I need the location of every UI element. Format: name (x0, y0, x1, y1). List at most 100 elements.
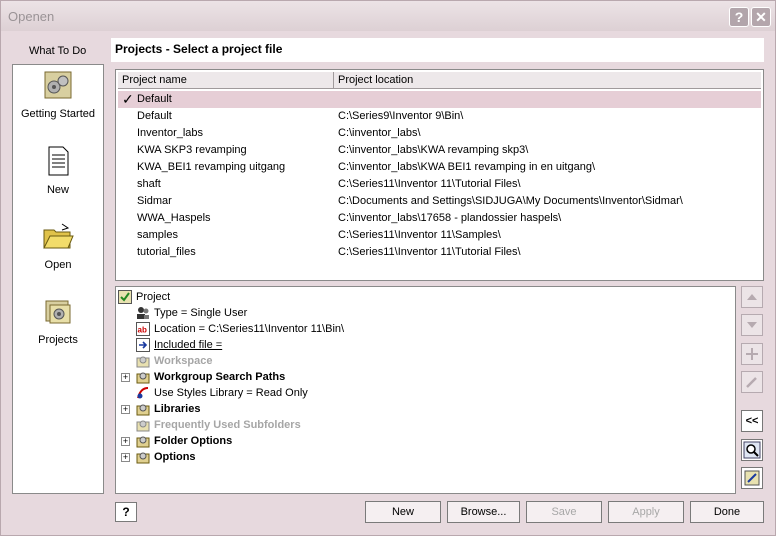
sidebar-item-projects[interactable]: Projects (13, 295, 103, 347)
project-row[interactable]: tutorial_files C:\Series11\Inventor 11\T… (118, 244, 761, 261)
close-button[interactable]: ✕ (751, 7, 771, 27)
project-location: C:\inventor_labs\KWA revamping skp3\ (338, 144, 529, 156)
find-button[interactable] (741, 439, 763, 461)
svg-text:ab: ab (138, 326, 147, 335)
sidebar-item-label: New (46, 184, 69, 196)
tree-node-label: Folder Options (154, 435, 233, 447)
project-location: C:\Series9\Inventor 9\Bin\ (338, 110, 464, 122)
folder-gear-icon (136, 436, 150, 448)
project-location: C:\inventor_labs\17658 - plandossier has… (338, 212, 562, 224)
add-path-button[interactable] (741, 343, 763, 365)
project-list-header: Project name Project location (118, 72, 761, 89)
window-title: Openen (8, 9, 55, 24)
edit-button[interactable] (741, 371, 763, 393)
folder-gear-icon (136, 356, 150, 368)
project-name: samples (137, 229, 178, 241)
expand-icon[interactable]: + (121, 437, 130, 446)
included-file-icon (136, 338, 150, 352)
magnifier-icon (743, 441, 761, 459)
project-check-icon (118, 290, 132, 304)
project-name: WWA_Haspels (137, 212, 211, 224)
column-header-project-location[interactable]: Project location (334, 72, 761, 88)
move-down-button[interactable] (741, 314, 763, 336)
triangle-down-icon (747, 322, 757, 328)
project-location: C:\Series11\Inventor 11\Samples\ (338, 229, 501, 241)
project-name: Default (137, 93, 172, 105)
what-to-do-panel: Getting Started New Open Projects (12, 64, 104, 494)
page-title: Projects - Select a project file (111, 38, 764, 62)
project-row[interactable]: Sidmar C:\Documents and Settings\SIDJUGA… (118, 193, 761, 210)
project-name: Default (137, 110, 172, 122)
plus-icon (746, 348, 758, 360)
getting-started-icon (44, 71, 72, 99)
tree-node-label: Use Styles Library = Read Only (154, 387, 308, 399)
tree-node-label: Type = Single User (154, 307, 248, 319)
project-row[interactable]: Inventor_labs C:\inventor_labs\ (118, 125, 761, 142)
tree-node-label: Libraries (154, 403, 201, 415)
edit-document-icon (744, 470, 760, 486)
column-header-project-name[interactable]: Project name (118, 72, 334, 88)
move-up-button[interactable] (741, 286, 763, 308)
help-button[interactable]: ? (115, 502, 137, 522)
expand-icon[interactable]: + (121, 373, 130, 382)
done-button[interactable]: Done (690, 501, 764, 523)
project-name: shaft (137, 178, 161, 190)
browse-button[interactable]: Browse... (447, 501, 520, 523)
what-to-do-label: What To Do (29, 45, 87, 57)
expand-icon[interactable]: + (121, 405, 130, 414)
sidebar-item-new[interactable]: New (13, 145, 103, 197)
project-row[interactable]: Default C:\Series9\Inventor 9\Bin\ (118, 108, 761, 125)
folder-gear-icon (136, 420, 150, 432)
text-field-icon: ab (136, 322, 150, 336)
sidebar-item-getting-started[interactable]: Getting Started (13, 69, 103, 121)
styles-icon (137, 387, 149, 399)
folder-gear-icon (136, 372, 150, 384)
pencil-icon (746, 377, 757, 388)
expand-icon[interactable]: + (121, 453, 130, 462)
tree-node-label: Project (136, 291, 171, 303)
save-button[interactable]: Save (526, 501, 602, 523)
new-document-icon (48, 146, 69, 176)
projects-icon (45, 300, 71, 324)
open-dialog: Openen ? ✕ What To Do Getting Started Ne… (0, 0, 776, 536)
collapse-button[interactable]: << (741, 410, 763, 432)
triangle-up-icon (747, 294, 757, 300)
project-name: Inventor_labs (137, 127, 204, 139)
sidebar-item-label: Projects (38, 334, 78, 346)
users-icon (137, 307, 149, 319)
sidebar-item-open[interactable]: Open (13, 220, 103, 272)
tree-node-label: Location = C:\Series11\Inventor 11\Bin\ (154, 323, 345, 335)
project-settings-tree: Project Type = Single User ab Location =… (115, 286, 736, 494)
project-location: C:\inventor_labs\ (338, 127, 421, 139)
sidebar-item-label: Open (44, 259, 72, 271)
tree-node-label: Options (154, 451, 196, 463)
project-list: Project name Project location ✓ Default … (115, 69, 764, 281)
project-row[interactable]: KWA SKP3 revamping C:\inventor_labs\KWA … (118, 142, 761, 159)
apply-button[interactable]: Apply (608, 501, 684, 523)
project-location: C:\Documents and Settings\SIDJUGA\My Doc… (338, 195, 683, 207)
project-location: C:\inventor_labs\KWA BEI1 revamping in e… (338, 161, 596, 173)
project-row-active[interactable]: ✓ Default (118, 91, 761, 108)
help-title-button[interactable]: ? (729, 7, 749, 27)
close-icon: ✕ (755, 9, 767, 25)
title-bar: Openen ? ✕ (1, 1, 775, 31)
tree-node-label: Frequently Used Subfolders (154, 419, 301, 431)
project-row[interactable]: KWA_BEI1 revamping uitgang C:\inventor_l… (118, 159, 761, 176)
project-row[interactable]: shaft C:\Series11\Inventor 11\Tutorial F… (118, 176, 761, 193)
new-button[interactable]: New (365, 501, 441, 523)
folder-gear-icon (136, 452, 150, 464)
project-row[interactable]: samples C:\Series11\Inventor 11\Samples\ (118, 227, 761, 244)
project-location: C:\Series11\Inventor 11\Tutorial Files\ (338, 178, 521, 190)
tree-node-label: Included file = (154, 339, 223, 351)
sidebar-item-label: Getting Started (21, 108, 95, 120)
project-name: KWA SKP3 revamping (137, 144, 247, 156)
edit-project-file-button[interactable] (741, 467, 763, 489)
checkmark-icon: ✓ (122, 91, 134, 107)
open-folder-icon (43, 223, 74, 249)
project-name: Sidmar (137, 195, 172, 207)
project-name: tutorial_files (137, 246, 196, 258)
project-row[interactable]: WWA_Haspels C:\inventor_labs\17658 - pla… (118, 210, 761, 227)
tree-node-label: Workgroup Search Paths (154, 371, 286, 383)
tree-node-label: Workspace (154, 355, 213, 367)
project-name: KWA_BEI1 revamping uitgang (137, 161, 286, 173)
